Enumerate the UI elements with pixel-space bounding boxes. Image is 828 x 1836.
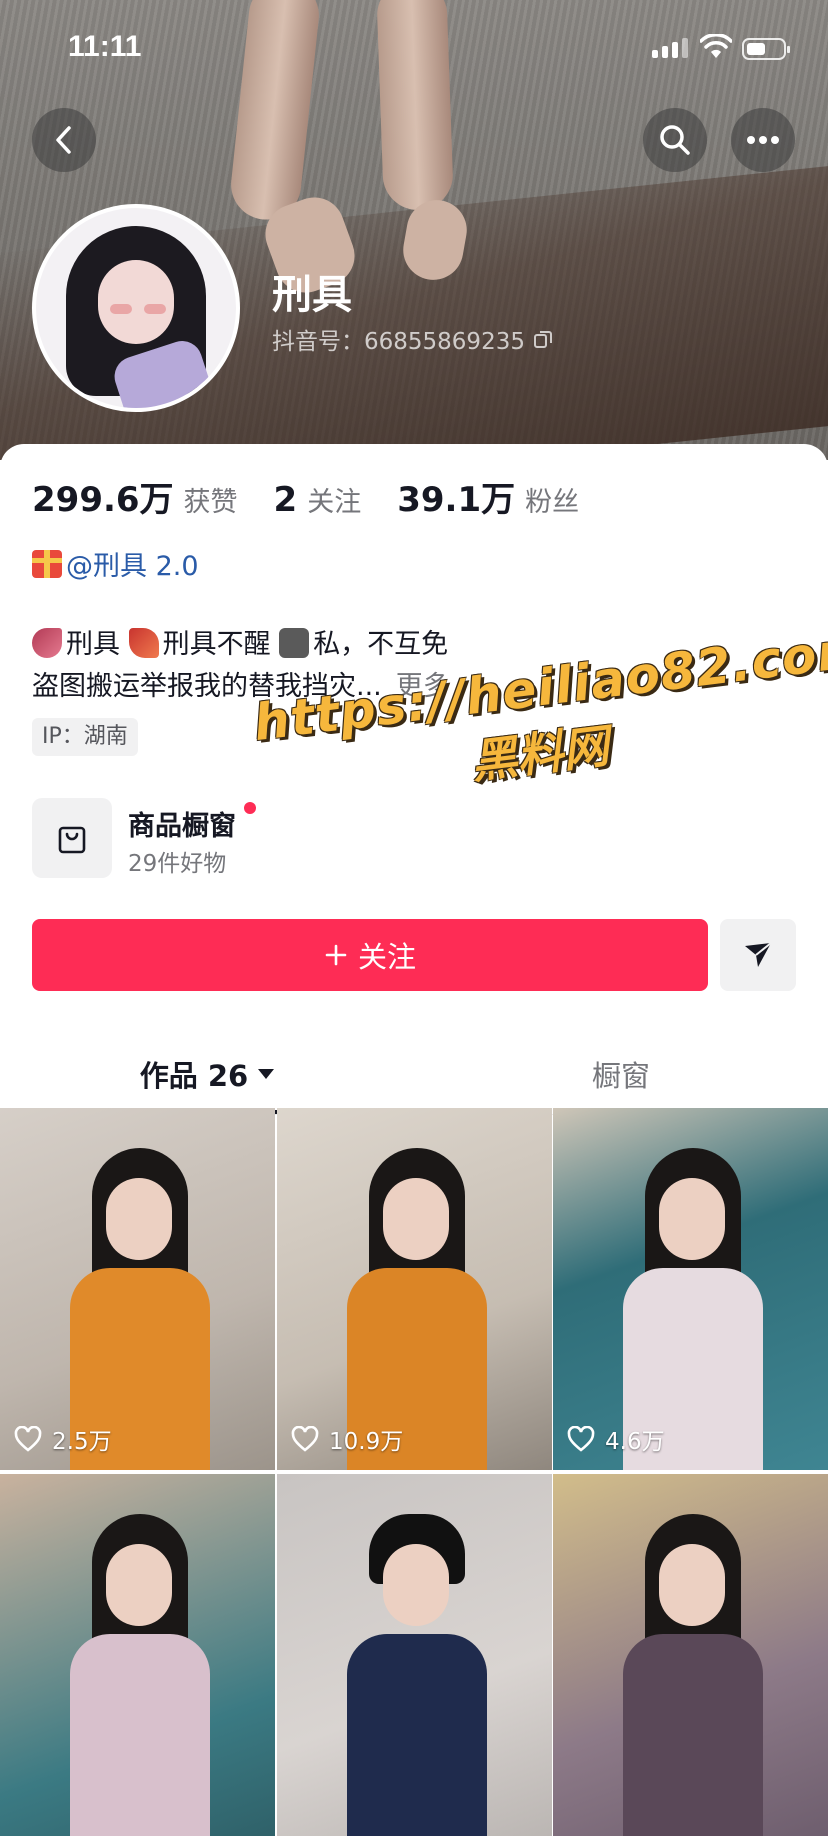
send-icon: [745, 942, 772, 967]
video-likes: 2.5万: [14, 1422, 112, 1456]
share-button[interactable]: [720, 919, 796, 991]
copy-icon[interactable]: [533, 329, 553, 349]
scarf-emoji-icon: [128, 628, 159, 658]
bio-text-2: 刑具不醒: [162, 629, 271, 660]
video-thumbnail[interactable]: [553, 1474, 828, 1836]
dagger-emoji-icon: [32, 628, 62, 658]
video-likes-count: 4.6万: [605, 1429, 665, 1455]
douyin-id[interactable]: 抖音号：66855869235: [272, 322, 553, 356]
video-likes-count: 10.9万: [329, 1429, 404, 1455]
video-thumbnail[interactable]: [0, 1474, 275, 1836]
bio-text-3: 私，不互免: [313, 629, 449, 660]
video-grid: 2.5万 10.9万 4.6万: [0, 1108, 828, 1836]
followers-count[interactable]: 39.1万: [397, 472, 515, 521]
mention-text: @刑具 2.0: [66, 551, 199, 582]
search-button[interactable]: [643, 108, 707, 172]
heart-icon: [291, 1426, 319, 1452]
douyin-id-text: 抖音号：66855869235: [272, 329, 525, 355]
gift-icon: [32, 549, 62, 578]
profile-name: 刑具: [272, 272, 352, 318]
heart-icon: [14, 1426, 42, 1452]
video-thumbnail[interactable]: [277, 1474, 552, 1836]
tab-window[interactable]: 橱窗: [414, 1034, 828, 1114]
heart-icon: [567, 1426, 595, 1452]
follow-button[interactable]: 关注: [32, 919, 708, 991]
wifi-icon: [700, 34, 732, 58]
tab-works-label: 作品 26: [139, 1059, 249, 1093]
video-likes: 4.6万: [567, 1422, 665, 1456]
battery-icon: [742, 38, 790, 60]
follow-label: 关注: [357, 940, 416, 974]
ip-location-tag: IP：湖南: [32, 718, 138, 756]
chevron-left-icon: [56, 126, 71, 154]
shop-title: 商品橱窗: [128, 811, 236, 842]
content-tabs: 作品 26 橱窗: [0, 1034, 828, 1115]
notification-dot: [244, 802, 256, 814]
caret-down-icon: [258, 1069, 275, 1079]
video-likes: 10.9万: [291, 1422, 403, 1456]
following-label[interactable]: 关注: [307, 480, 361, 519]
video-likes-count: 2.5万: [52, 1429, 112, 1455]
video-thumbnail[interactable]: 2.5万: [0, 1108, 275, 1470]
more-button[interactable]: [731, 108, 795, 172]
likes-count: 299.6万: [32, 480, 174, 520]
shopping-bag-icon: [32, 798, 112, 878]
status-bar: 11:11: [0, 0, 828, 100]
followers-label[interactable]: 粉丝: [525, 480, 579, 519]
bio-text-1: 刑具: [66, 629, 120, 660]
camera-emoji-icon: [279, 628, 310, 658]
plus-icon: [325, 944, 347, 966]
back-button[interactable]: [32, 108, 96, 172]
avatar[interactable]: [32, 204, 240, 412]
shop-subtitle: 29件好物: [128, 851, 227, 877]
likes-label: 获赞: [183, 487, 238, 518]
tab-works[interactable]: 作品 26: [0, 1034, 414, 1114]
profile-stats: 299.6万 获赞 2 关注 39.1万 粉丝: [32, 472, 579, 521]
video-thumbnail[interactable]: 10.9万: [277, 1108, 552, 1470]
more-icon: [747, 136, 779, 144]
signal-icon: [652, 38, 688, 58]
status-time: 11:11: [68, 30, 142, 63]
video-thumbnail[interactable]: 4.6万: [553, 1108, 828, 1470]
search-icon: [660, 125, 690, 155]
following-count[interactable]: 2: [274, 480, 298, 520]
mention-link[interactable]: @刑具 2.0: [32, 544, 199, 583]
tab-window-label: 橱窗: [591, 1059, 650, 1093]
